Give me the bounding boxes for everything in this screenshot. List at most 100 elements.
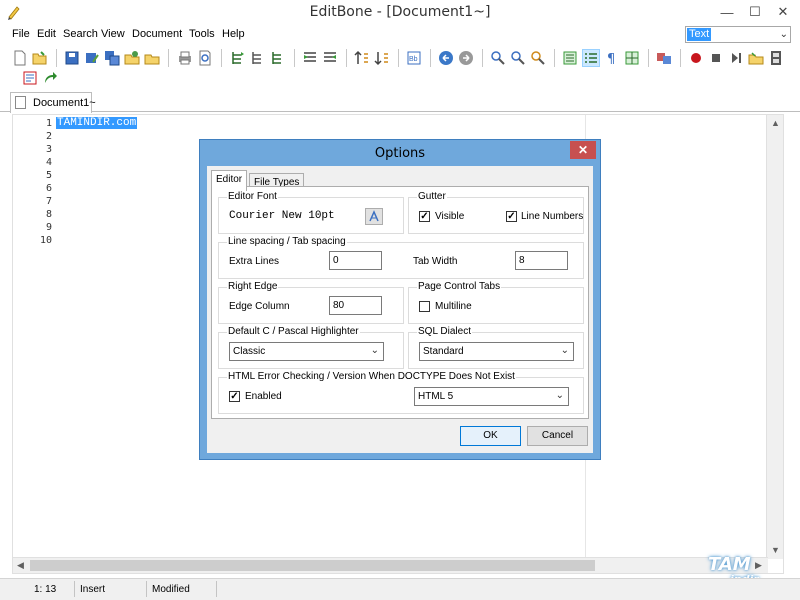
toolbar-separator [398,49,399,67]
maximize-icon[interactable]: ☐ [742,2,768,22]
scroll-down-icon[interactable]: ▼ [771,545,780,555]
highlighter-value: Text [687,28,712,41]
chevron-down-icon: ⌄ [560,345,569,356]
chevron-down-icon: ⌄ [555,390,564,401]
options-dialog: Options ✕ Editor File Types Editor Font … [199,139,601,460]
search-icon[interactable] [490,50,506,66]
status-separator [146,581,147,597]
cancel-button[interactable]: Cancel [527,426,588,446]
sort-ascending-icon[interactable] [354,50,370,66]
html-enabled-label: Enabled [245,391,282,402]
line-number: 9 [45,222,52,233]
play-macro-icon[interactable] [728,50,744,66]
outdent-icon[interactable] [250,50,266,66]
film-icon[interactable] [768,50,784,66]
spacing-group: Line spacing / Tab spacing Extra Lines 0… [218,236,584,279]
line-number: 8 [45,209,52,220]
menu-tools[interactable]: Tools [189,28,215,40]
toolbar-separator [346,49,347,67]
edge-column-input[interactable]: 80 [329,296,382,315]
visible-checkbox[interactable]: ✓ [419,211,430,222]
replace-icon[interactable] [530,50,546,66]
ok-button[interactable]: OK [460,426,521,446]
font-picker-button[interactable] [365,208,383,225]
html-enabled-checkbox[interactable]: ✓ [229,391,240,402]
toolbar-separator [680,49,681,67]
scroll-thumb[interactable] [30,560,595,571]
multiline-checkbox[interactable] [419,301,430,312]
redo-icon[interactable] [458,50,474,66]
sql-dialect-select[interactable]: Standard ⌄ [419,342,574,361]
encoding-icon[interactable] [22,70,38,86]
save-icon[interactable] [64,50,80,66]
search-next-icon[interactable] [510,50,526,66]
horizontal-scrollbar[interactable]: ◀ ▶ [13,557,768,573]
extra-lines-label: Extra Lines [229,256,280,267]
menu-file[interactable]: File [12,28,30,40]
indent-icon[interactable] [230,50,246,66]
toolbar-separator [648,49,649,67]
svg-text:¶: ¶ [607,52,615,66]
menu-document[interactable]: Document [132,28,182,40]
word-wrap-icon[interactable] [562,50,578,66]
open-folder-icon[interactable] [32,50,48,66]
undo-icon[interactable] [438,50,454,66]
close-icon[interactable]: ✕ [770,2,796,22]
split-view-icon[interactable] [624,50,640,66]
scroll-up-icon[interactable]: ▲ [771,118,780,128]
close-file-icon[interactable] [124,50,140,66]
goto-arrow-icon[interactable] [42,70,58,86]
save-all-icon[interactable] [104,50,120,66]
font-sample: Courier New 10pt [229,210,335,222]
record-macro-icon[interactable] [688,50,704,66]
edge-column-label: Edge Column [229,301,290,312]
line-number-gutter: 1 2 3 4 5 6 7 8 9 10 [13,115,55,559]
group-caption: Line spacing / Tab spacing [227,236,347,247]
sort-descending-icon[interactable] [374,50,390,66]
dialog-close-button[interactable]: ✕ [570,141,596,159]
line-number: 2 [45,131,52,142]
chevron-down-icon: ⌄ [370,345,379,356]
stop-macro-icon[interactable] [708,50,724,66]
macro-folder-icon[interactable] [748,50,764,66]
line-number: 1 [45,118,52,129]
new-file-icon[interactable] [12,50,28,66]
tab-document1[interactable]: Document1~ [10,92,96,113]
menu-search[interactable]: Search [63,28,98,40]
print-preview-icon[interactable] [197,50,213,66]
menu-view[interactable]: View [101,28,125,40]
toolbar-separator [168,49,169,67]
bookmark-icon[interactable]: Bb [406,50,422,66]
block-indent-icon[interactable] [302,50,318,66]
compare-icon[interactable] [656,50,672,66]
pascal-highlighter-value: Classic [233,346,266,357]
menu-help[interactable]: Help [222,28,245,40]
tab-width-input[interactable]: 8 [515,251,568,270]
close-all-icon[interactable] [144,50,160,66]
line-numbers-checkbox[interactable]: ✓ [506,211,517,222]
tab-editor[interactable]: Editor [211,170,248,191]
group-caption: Default C / Pascal Highlighter [227,326,360,337]
block-unindent-icon[interactable] [322,50,338,66]
print-icon[interactable] [177,50,193,66]
extra-lines-input[interactable]: 0 [329,251,382,270]
editor-options-panel: Editor Font Courier New 10pt Gutter ✓ Vi… [211,186,589,419]
tree-icon[interactable] [270,50,286,66]
pilcrow-icon[interactable]: ¶ [604,50,620,66]
scroll-left-icon[interactable]: ◀ [17,560,24,571]
menu-edit[interactable]: Edit [37,28,56,40]
pascal-highlighter-select[interactable]: Classic ⌄ [229,342,384,361]
code-line[interactable]: TAMİNDİR.com [56,117,138,129]
vertical-scrollbar[interactable]: ▲ ▼ [766,115,783,559]
highlighter-select[interactable]: Text ⌄ [685,26,791,43]
selected-text: TAMİNDİR.com [56,117,138,129]
html-version-select[interactable]: HTML 5 ⌄ [414,387,569,406]
minimize-icon[interactable]: — [714,2,740,22]
save-as-icon[interactable] [84,50,100,66]
title-bar: EditBone - [Document1~] — ☐ ✕ [0,0,800,24]
html-checking-group: HTML Error Checking / Version When DOCTY… [218,371,584,414]
status-separator [74,581,75,597]
page-control-tabs-group: Page Control Tabs Multiline [408,281,584,324]
line-numbers-icon[interactable] [582,49,600,67]
document-tabs: Document1~ [0,92,800,113]
